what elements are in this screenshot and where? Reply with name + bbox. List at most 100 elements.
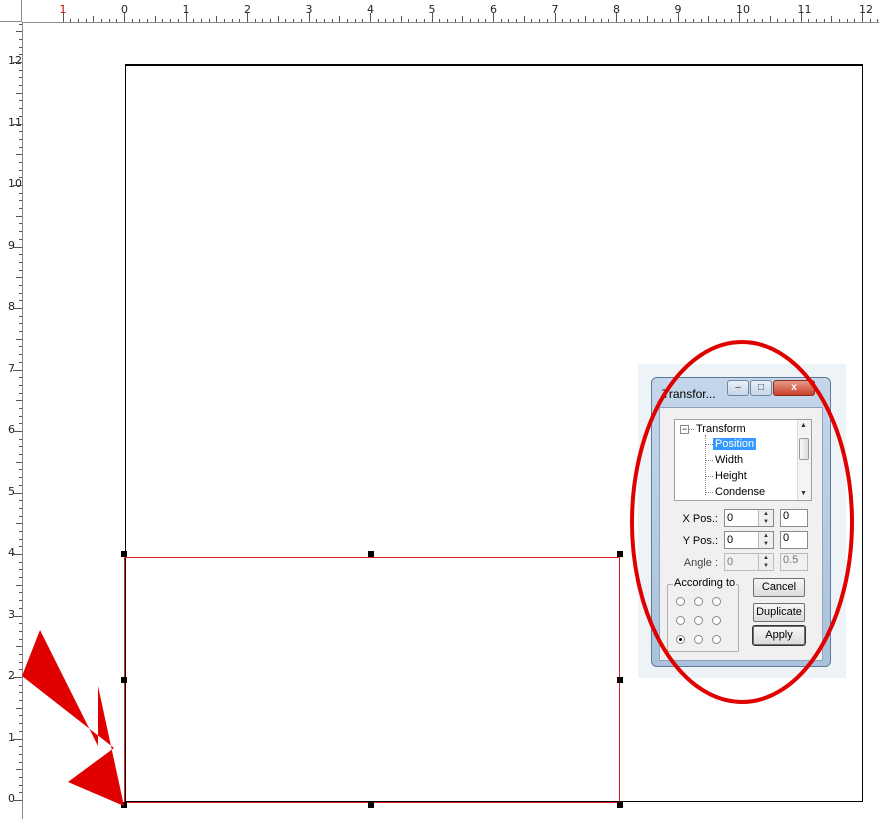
ruler-tick xyxy=(16,400,22,401)
ruler-tick xyxy=(639,19,640,22)
ruler-tick xyxy=(724,19,725,22)
ruler-tick xyxy=(516,19,517,22)
ruler-tick xyxy=(13,247,22,248)
ruler-tick xyxy=(285,19,286,22)
ruler-tick xyxy=(555,13,556,22)
ruler-tick xyxy=(19,423,22,424)
ruler-tick xyxy=(19,600,22,601)
ruler-tick xyxy=(777,19,778,22)
selection-handle[interactable] xyxy=(617,677,623,683)
ruler-tick xyxy=(19,47,22,48)
ruler-tick xyxy=(13,308,22,309)
ruler-tick xyxy=(86,19,87,22)
ruler-tick xyxy=(339,16,340,22)
ruler-left-label: 6 xyxy=(8,423,15,436)
ruler-tick xyxy=(616,13,617,22)
ruler-tick xyxy=(255,19,256,22)
selection-handle[interactable] xyxy=(617,551,623,557)
ruler-tick xyxy=(19,39,22,40)
pointer-arrow xyxy=(22,630,124,806)
ruler-tick xyxy=(19,223,22,224)
ruler-tick xyxy=(19,377,22,378)
ruler-tick xyxy=(19,546,22,547)
ruler-tick xyxy=(854,19,855,22)
vertical-ruler[interactable]: 0 1 2 3 4 5 6 7 8 9 10 11 12 xyxy=(0,22,23,819)
ruler-tick xyxy=(708,16,709,22)
ruler-tick xyxy=(13,370,22,371)
ruler-tick xyxy=(201,19,202,22)
ruler-tick xyxy=(19,270,22,271)
ruler-tick xyxy=(193,19,194,22)
ruler-left-label: 0 xyxy=(8,792,15,805)
ruler-tick xyxy=(747,19,748,22)
ruler-left-label: 10 xyxy=(8,177,22,190)
selection-handle[interactable] xyxy=(368,802,374,808)
ruler-tick xyxy=(19,346,22,347)
ruler-tick xyxy=(355,19,356,22)
ruler-tick xyxy=(731,19,732,22)
ruler-left-label: 8 xyxy=(8,300,15,313)
ruler-tick xyxy=(754,19,755,22)
ruler-tick xyxy=(654,19,655,22)
ruler-tick xyxy=(19,592,22,593)
ruler-tick xyxy=(93,16,94,22)
selected-rectangle[interactable] xyxy=(124,557,620,803)
ruler-tick xyxy=(78,19,79,22)
ruler-tick xyxy=(13,739,22,740)
ruler-tick xyxy=(678,13,679,22)
ruler-tick xyxy=(19,139,22,140)
ruler-tick xyxy=(19,393,22,394)
ruler-tick xyxy=(578,19,579,22)
ruler-tick xyxy=(816,19,817,22)
ruler-tick xyxy=(493,13,494,22)
ruler-left-label: 12 xyxy=(8,54,22,67)
ruler-tick xyxy=(19,362,22,363)
ruler-tick xyxy=(19,300,22,301)
horizontal-ruler[interactable]: 1 0 1 2 3 4 5 6 7 8 9 10 11 12 xyxy=(0,0,879,23)
ruler-tick xyxy=(186,13,187,22)
ruler-tick xyxy=(19,208,22,209)
selection-handle[interactable] xyxy=(368,551,374,557)
ruler-tick xyxy=(209,19,210,22)
ruler-tick xyxy=(139,19,140,22)
ruler-tick xyxy=(19,569,22,570)
ruler-tick xyxy=(19,623,22,624)
ruler-tick xyxy=(447,19,448,22)
ruler-top-label: 11 xyxy=(797,3,812,16)
ruler-tick xyxy=(839,19,840,22)
ruler-tick xyxy=(132,19,133,22)
ruler-tick xyxy=(785,19,786,22)
ruler-tick xyxy=(178,19,179,22)
ruler-tick xyxy=(793,19,794,22)
ruler-tick xyxy=(701,19,702,22)
ruler-tick xyxy=(101,19,102,22)
ruler-tick xyxy=(601,19,602,22)
ruler-tick xyxy=(19,193,22,194)
ruler-tick xyxy=(19,477,22,478)
ruler-tick xyxy=(739,13,740,22)
ruler-tick xyxy=(247,13,248,22)
ruler-tick xyxy=(501,19,502,22)
ruler-left-label: 7 xyxy=(8,361,15,375)
ruler-tick xyxy=(293,19,294,22)
ruler-tick xyxy=(13,677,22,678)
highlight-ellipse xyxy=(630,340,854,704)
ruler-tick xyxy=(19,416,22,417)
ruler-tick xyxy=(278,16,279,22)
ruler-tick xyxy=(831,16,832,22)
ruler-tick xyxy=(470,19,471,22)
ruler-tick xyxy=(485,19,486,22)
selection-handle[interactable] xyxy=(121,551,127,557)
ruler-tick xyxy=(19,508,22,509)
ruler-tick xyxy=(432,13,433,22)
selection-handle[interactable] xyxy=(617,802,623,808)
ruler-tick xyxy=(647,16,648,22)
ruler-tick xyxy=(19,516,22,517)
ruler-tick xyxy=(19,85,22,86)
ruler-tick xyxy=(524,16,525,22)
ruler-tick xyxy=(16,93,22,94)
ruler-tick xyxy=(19,147,22,148)
ruler-tick xyxy=(109,19,110,22)
ruler-tick xyxy=(19,385,22,386)
ruler-tick xyxy=(19,331,22,332)
